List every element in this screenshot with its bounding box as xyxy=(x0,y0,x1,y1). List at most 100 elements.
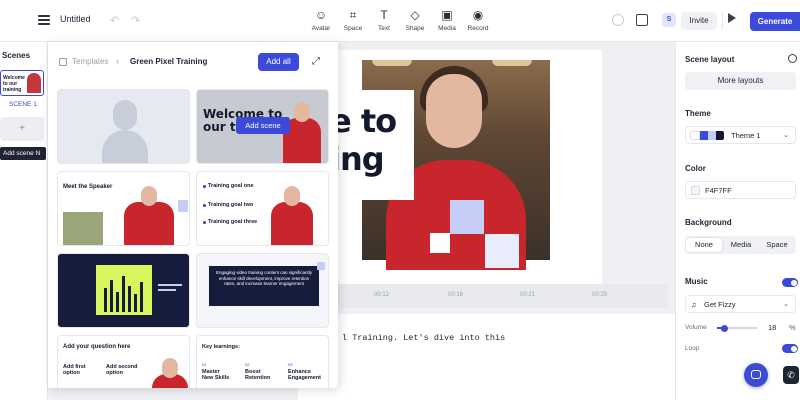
template-card-speaker[interactable]: Meet the Speaker xyxy=(57,171,190,246)
background-heading: Background xyxy=(685,218,732,227)
swatch-color-1 xyxy=(690,131,700,140)
template-card-goals[interactable]: Training goal one Training goal two Trai… xyxy=(196,171,329,246)
template-card-blank[interactable] xyxy=(57,89,190,164)
add-scene-overlay-button[interactable]: Add scene xyxy=(236,117,290,134)
deco-square-blue xyxy=(178,200,188,212)
background-option-space[interactable]: Space xyxy=(759,238,795,252)
card-learnings-title: Key learnings: xyxy=(202,344,240,350)
tool-space[interactable]: ⌗ Space xyxy=(336,8,370,32)
space-icon: ⌗ xyxy=(349,8,357,22)
deco-square-blue xyxy=(450,200,484,234)
add-all-button[interactable]: Add all xyxy=(258,53,299,71)
scene-thumb-text: Welcome to our training xyxy=(3,75,25,93)
volume-value[interactable]: 18 xyxy=(768,323,776,332)
loop-label: Loop xyxy=(685,345,700,352)
properties-panel: Scene layout More layouts Theme Theme 1 … xyxy=(675,42,800,400)
deco-square-light xyxy=(485,234,519,268)
expand-icon[interactable]: ⤢ xyxy=(312,56,320,67)
background-option-none[interactable]: None xyxy=(686,238,722,252)
card-goal-1: Training goal one xyxy=(208,183,254,189)
avatar-icon: ☺ xyxy=(314,8,328,22)
tool-media[interactable]: ▣ Media xyxy=(430,8,464,32)
deco-square-white xyxy=(430,233,450,253)
templates-panel: Templates › Green Pixel Training Add all… xyxy=(48,42,338,388)
template-card-learnings[interactable]: Key learnings: 01 Master New Skills 02 B… xyxy=(196,335,329,388)
theme-select[interactable]: Theme 1 ⌄ xyxy=(685,126,796,144)
play-preview-icon[interactable] xyxy=(728,13,736,23)
notes-icon[interactable] xyxy=(636,14,648,26)
template-card-question[interactable]: Add your question here Add first option … xyxy=(57,335,190,388)
generate-button[interactable]: Generate xyxy=(750,12,800,31)
tool-shape[interactable]: ◇ Shape xyxy=(398,8,432,32)
template-name: Green Pixel Training xyxy=(130,57,208,66)
card-option-2: Add second option xyxy=(106,364,138,376)
volume-handle[interactable] xyxy=(720,324,728,332)
tool-record-label: Record xyxy=(467,25,489,32)
timeline-tick: 00:25 xyxy=(592,292,608,298)
undo-icon[interactable]: ↶ xyxy=(110,14,119,27)
templates-header: Templates › Green Pixel Training Add all… xyxy=(48,42,338,82)
user-avatar[interactable]: S xyxy=(662,13,676,27)
record-icon: ◉ xyxy=(472,8,484,22)
loop-toggle[interactable] xyxy=(782,344,798,353)
template-card-welcome[interactable]: Welcome to our tra Add scene xyxy=(196,89,329,164)
hint-icon[interactable] xyxy=(788,54,797,63)
project-title[interactable]: Untitled xyxy=(60,14,91,24)
color-field[interactable]: F4F7FF xyxy=(685,181,796,199)
media-icon: ▣ xyxy=(441,8,453,22)
tool-record[interactable]: ◉ Record xyxy=(461,8,495,32)
script-text[interactable]: l Training. Let's dive into this xyxy=(342,333,505,343)
timeline-tick: 00:16 xyxy=(448,292,464,298)
music-heading: Music xyxy=(685,277,708,286)
swatch-color-4 xyxy=(716,131,724,140)
script-editor[interactable]: l Training. Let's dive into this xyxy=(298,314,675,400)
music-toggle[interactable] xyxy=(782,278,798,287)
phone-icon[interactable]: ✆ xyxy=(783,366,799,384)
invite-button[interactable]: Invite xyxy=(681,12,717,30)
ceiling-light xyxy=(492,60,532,66)
tool-text-label: Text xyxy=(378,25,390,32)
card-goal-3: Training goal three xyxy=(208,219,258,225)
tool-text[interactable]: T Text xyxy=(367,8,401,32)
scene-1-label: SCENE 1 xyxy=(9,101,37,108)
slide-canvas[interactable]: e to ing xyxy=(330,50,602,288)
music-track-select[interactable]: ♫ Get Fizzy ⌄ xyxy=(685,295,796,313)
bullet xyxy=(203,221,206,224)
slide-title[interactable]: e to ing xyxy=(330,102,397,178)
theme-heading: Theme xyxy=(685,109,711,118)
background-segmented-control: None Media Space xyxy=(685,236,796,254)
card-bar-chart xyxy=(104,276,143,312)
chat-icon xyxy=(751,370,761,379)
menu-icon[interactable] xyxy=(38,15,50,25)
background-option-media[interactable]: Media xyxy=(723,238,759,252)
card-option-1: Add first option xyxy=(63,364,86,376)
grid-icon xyxy=(59,58,67,66)
card-text-line xyxy=(158,284,182,286)
card-avatar xyxy=(271,186,313,245)
add-scene-button[interactable]: + xyxy=(0,117,44,141)
card-avatar xyxy=(124,186,174,245)
template-card-chart[interactable] xyxy=(57,253,190,328)
tool-shape-label: Shape xyxy=(405,25,425,32)
redo-icon[interactable]: ↷ xyxy=(131,14,140,27)
bullet xyxy=(203,204,206,207)
bullet xyxy=(203,185,206,188)
card-learning-1: Master New Skills xyxy=(202,369,230,381)
scene-1-thumbnail[interactable]: Welcome to our training xyxy=(0,70,44,96)
volume-slider[interactable] xyxy=(717,324,757,332)
tool-media-label: Media xyxy=(438,25,456,32)
toolbar-divider xyxy=(722,12,723,30)
card-learning-2: Boost Retention xyxy=(245,369,271,381)
help-chat-button[interactable] xyxy=(744,363,768,387)
tool-avatar[interactable]: ☺ Avatar xyxy=(304,8,338,32)
card-room-photo xyxy=(63,212,103,245)
color-value[interactable]: F4F7FF xyxy=(705,186,732,195)
timeline-tick: 00:21 xyxy=(520,292,536,298)
presenter-head xyxy=(426,74,482,148)
breadcrumb-templates[interactable]: Templates xyxy=(72,57,108,66)
template-card-text[interactable]: Engaging video training content can sign… xyxy=(196,253,329,328)
color-chip[interactable] xyxy=(691,186,700,195)
more-layouts-button[interactable]: More layouts xyxy=(685,72,796,90)
tool-avatar-label: Avatar xyxy=(311,25,331,32)
timeline[interactable]: 00:12 00:16 00:21 00:25 xyxy=(298,284,668,308)
